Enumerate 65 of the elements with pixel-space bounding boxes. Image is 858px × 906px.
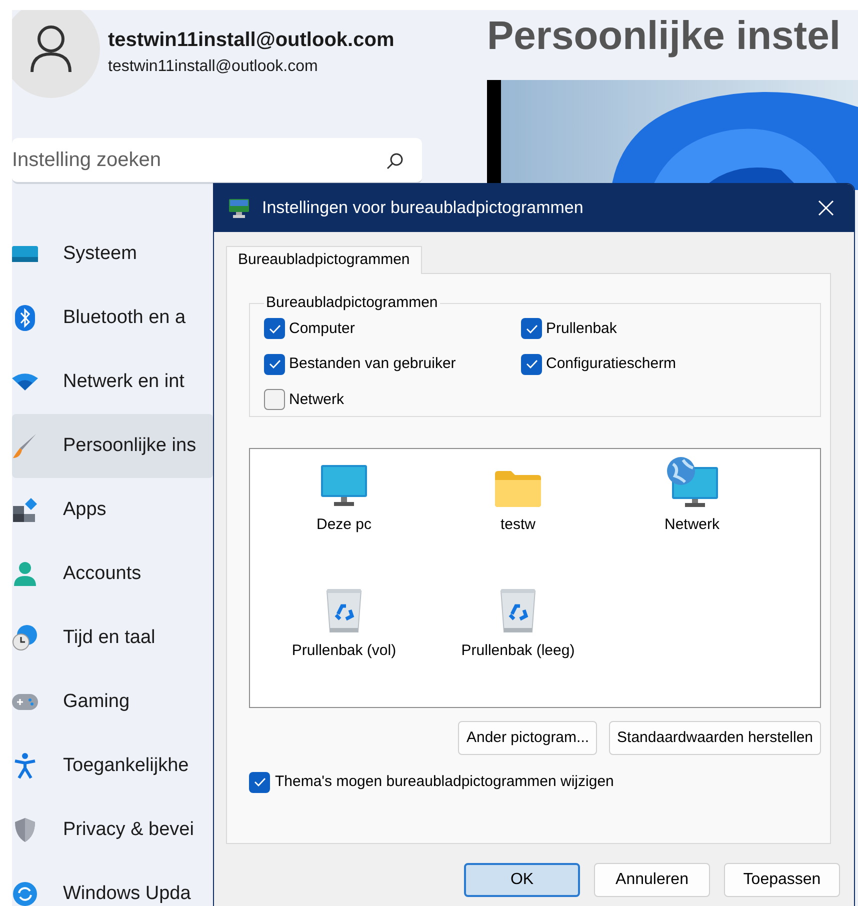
- monitor-icon: [12, 246, 38, 262]
- checkbox-label: Thema's mogen bureaubladpictogrammen wijzigen: [275, 772, 614, 792]
- sidebar-item[interactable]: Netwerk en int: [12, 350, 213, 414]
- sidebar-item[interactable]: Privacy & bevei: [12, 798, 213, 862]
- sidebar-item[interactable]: Toegankelijkhe: [12, 734, 213, 798]
- shield-icon: [14, 817, 36, 843]
- checkbox[interactable]: [264, 389, 285, 410]
- sidebar-item[interactable]: Persoonlijke ins: [12, 414, 213, 478]
- dialog-title: Instellingen voor bureaubladpictogrammen: [262, 197, 584, 220]
- dialog-button[interactable]: Ander pictogram...: [458, 721, 598, 755]
- person-icon: [29, 24, 73, 74]
- icon-label[interactable]: testw: [500, 514, 536, 536]
- sidebar-item[interactable]: Apps: [12, 478, 213, 542]
- dialog-button[interactable]: Standaardwaarden herstellen: [609, 721, 821, 755]
- sidebar-item[interactable]: Gaming: [12, 670, 213, 734]
- accessibility-icon: [14, 753, 36, 779]
- bluetooth-icon: [15, 305, 35, 331]
- clock-icon: [12, 625, 38, 651]
- sidebar-item[interactable]: Bluetooth en a: [12, 286, 213, 350]
- apps-icon: [12, 497, 38, 523]
- recycle-bin-icon: [324, 588, 364, 634]
- checkbox-label: Bestanden van gebruiker: [289, 354, 456, 374]
- sidebar-item[interactable]: Tijd en taal: [12, 606, 213, 670]
- brush-icon: [12, 433, 38, 459]
- group-title: Bureaubladpictogrammen: [265, 293, 439, 313]
- icon-label[interactable]: Deze pc: [316, 514, 372, 536]
- sidebar-item[interactable]: Systeem: [12, 222, 213, 286]
- monitor-icon: [320, 464, 368, 508]
- close-icon: [818, 200, 834, 216]
- checkmark-icon: [268, 359, 280, 370]
- checkbox-label: Prullenbak: [546, 318, 617, 338]
- account-email: testwin11install@outlook.com: [108, 57, 319, 77]
- tab[interactable]: Bureaubladpictogrammen: [226, 246, 422, 274]
- dialog-button[interactable]: OK: [464, 863, 580, 897]
- icon-label[interactable]: Prullenbak (leeg): [461, 640, 575, 662]
- refresh-icon: [12, 881, 38, 906]
- dialog-button[interactable]: Annuleren: [594, 863, 710, 897]
- checkmark-icon: [526, 359, 538, 370]
- checkbox[interactable]: [264, 318, 285, 340]
- wifi-icon: [12, 373, 38, 391]
- checkbox-label: Computer: [289, 318, 355, 338]
- monitor-icon: [228, 197, 250, 219]
- checkbox-label: Netwerk: [289, 390, 344, 410]
- checkmark-icon: [254, 777, 266, 788]
- gamepad-icon: [12, 694, 38, 710]
- person-icon: [13, 561, 37, 587]
- sidebar-item[interactable]: Windows Upda: [12, 862, 213, 906]
- icon-label[interactable]: Prullenbak (vol): [292, 640, 396, 662]
- checkmark-icon: [526, 324, 538, 334]
- checkbox[interactable]: [264, 354, 285, 375]
- checkbox[interactable]: [521, 318, 542, 340]
- page-title: Persoonlijke instel: [487, 13, 840, 60]
- globe-monitor-icon: [665, 456, 719, 508]
- checkbox-label: Configuratiescherm: [546, 354, 676, 374]
- checkbox[interactable]: [249, 772, 270, 793]
- dialog-button[interactable]: Toepassen: [724, 863, 840, 897]
- sidebar-item[interactable]: Accounts: [12, 542, 213, 606]
- icon-label[interactable]: Netwerk: [664, 514, 720, 536]
- recycle-bin-icon: [498, 588, 538, 634]
- account-name: testwin11install@outlook.com: [108, 28, 394, 52]
- folder-icon: [494, 470, 542, 508]
- checkmark-icon: [268, 324, 280, 334]
- search-field[interactable]: Instelling zoeken: [12, 138, 422, 184]
- search-icon: [386, 152, 404, 170]
- checkbox[interactable]: [521, 354, 542, 375]
